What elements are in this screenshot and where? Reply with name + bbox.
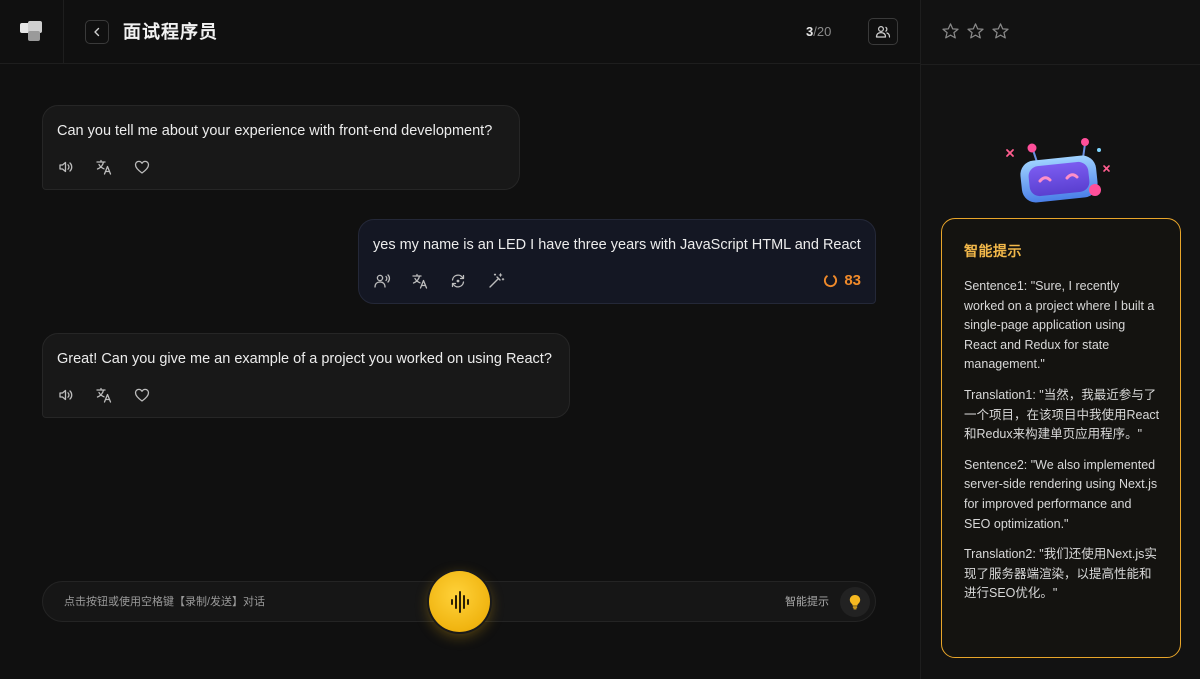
robot-mascot-icon xyxy=(1006,138,1110,203)
score-ring-icon xyxy=(824,273,838,288)
hint-sentence-1: Sentence1: "Sure, I recently worked on a… xyxy=(964,279,1155,372)
message-text: Great! Can you give me an example of a p… xyxy=(57,351,552,367)
smart-hint-label[interactable]: 智能提示 xyxy=(785,595,829,609)
heart-icon[interactable] xyxy=(133,158,151,176)
input-hint-text: 点击按钮或使用空格键【录制/发送】对话 xyxy=(64,596,266,608)
smart-hint-card: 智能提示 Sentence1: "Sure, I recently worked… xyxy=(941,218,1181,658)
hint-title: 智能提示 xyxy=(964,243,1022,259)
back-button[interactable] xyxy=(85,20,109,44)
retry-icon[interactable] xyxy=(449,272,467,290)
divider xyxy=(921,64,1200,65)
record-button[interactable] xyxy=(429,571,490,632)
message-toolbar xyxy=(373,272,505,290)
header: 面试程序员 3/20 xyxy=(64,0,920,64)
star-icon[interactable] xyxy=(941,22,960,41)
magic-wand-icon[interactable] xyxy=(487,272,505,290)
translate-icon[interactable] xyxy=(411,272,429,290)
heart-icon[interactable] xyxy=(133,386,151,404)
message-toolbar xyxy=(57,386,151,404)
rating-stars xyxy=(941,22,1010,86)
page-title: 面试程序员 xyxy=(123,22,218,42)
chat-message-ai: Great! Can you give me an example of a p… xyxy=(42,333,570,418)
message-text: yes my name is an LED I have three years… xyxy=(373,237,861,253)
smart-hint-button[interactable] xyxy=(840,587,870,617)
hint-translation-2: Translation2: "我们还使用Next.js实现了服务器端渲染，以提高… xyxy=(964,547,1157,601)
lightbulb-icon xyxy=(849,595,861,610)
speaker-icon[interactable] xyxy=(57,158,75,176)
speaker-icon[interactable] xyxy=(57,386,75,404)
users-icon xyxy=(875,25,891,38)
message-text: Can you tell me about your experience wi… xyxy=(57,123,493,139)
app-logo-area xyxy=(0,0,64,64)
counter-total: /20 xyxy=(813,24,832,39)
hint-translation-1: Translation1: "当然，我最近参与了一个项目，在该项目中我使用Rea… xyxy=(964,387,1160,442)
chevron-left-icon xyxy=(94,27,100,37)
chat-message-ai: Can you tell me about your experience wi… xyxy=(42,105,520,190)
message-toolbar xyxy=(57,158,151,176)
voice-playback-icon[interactable] xyxy=(373,272,391,290)
chat-message-user: yes my name is an LED I have three years… xyxy=(358,219,876,304)
translate-icon[interactable] xyxy=(95,158,113,176)
hint-sentence-2: Sentence2: "We also implemented server-s… xyxy=(964,457,1158,531)
question-counter: 3/20 xyxy=(806,24,831,40)
right-panel: 智能提示 Sentence1: "Sure, I recently worked… xyxy=(920,0,1200,679)
participants-button[interactable] xyxy=(868,18,898,45)
star-icon[interactable] xyxy=(966,22,985,41)
translate-icon[interactable] xyxy=(95,386,113,404)
score-value: 83 xyxy=(844,272,861,289)
star-icon[interactable] xyxy=(991,22,1010,41)
waveform-icon xyxy=(450,590,469,613)
pronunciation-score: 83 xyxy=(823,272,861,289)
app-logo[interactable] xyxy=(19,20,44,43)
